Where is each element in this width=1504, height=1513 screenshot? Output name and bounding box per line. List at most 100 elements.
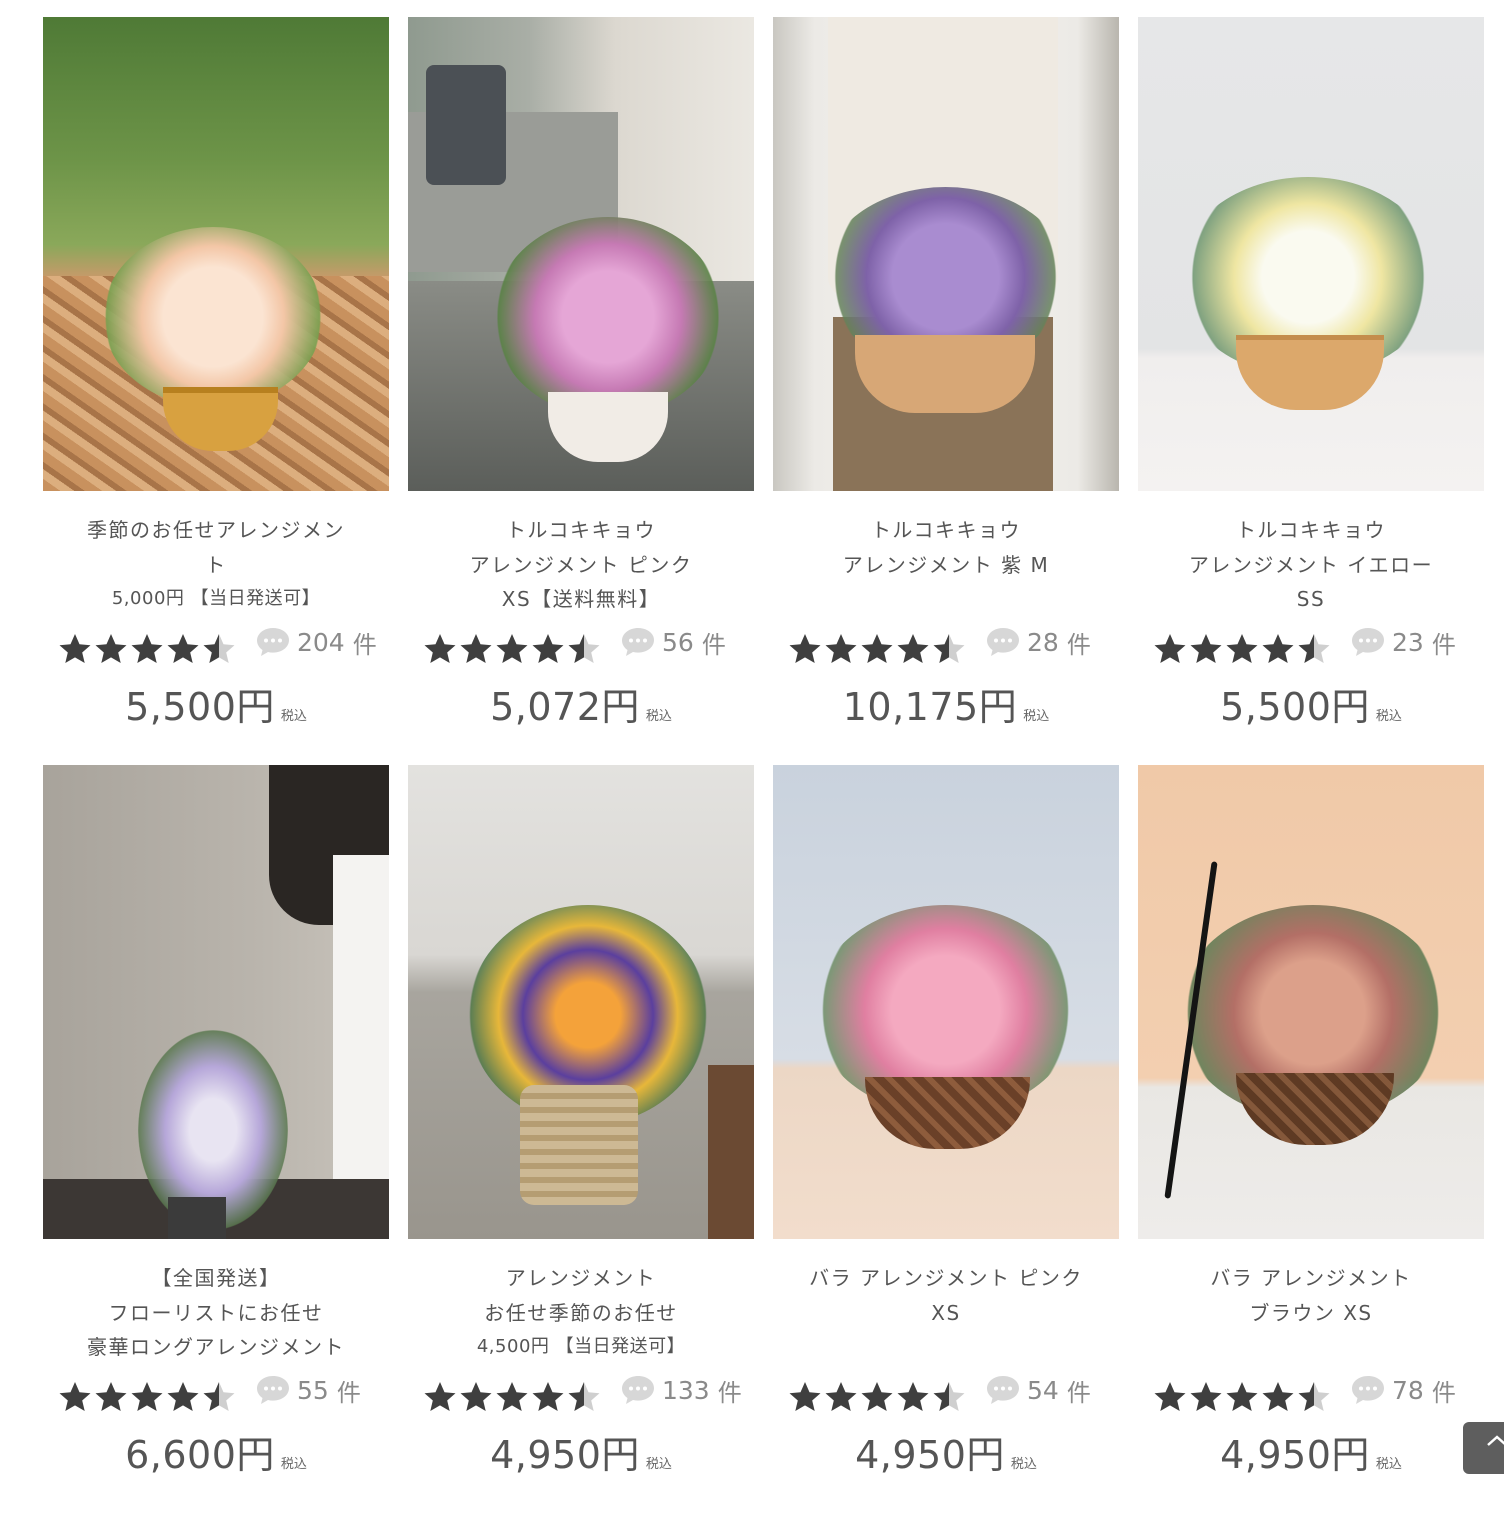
product-image[interactable] <box>43 17 389 491</box>
product-image[interactable] <box>408 17 754 491</box>
star-icon <box>59 1382 91 1411</box>
price: 4,950円 <box>855 1433 1005 1477</box>
title-line: 季節のお任せアレンジメン <box>87 518 345 542</box>
star-icon <box>568 634 600 663</box>
price-row: 5,500円 税込 <box>1138 676 1484 731</box>
review-unit: 件 <box>1431 630 1456 659</box>
star-icon <box>825 634 857 663</box>
star-icon <box>1298 634 1330 663</box>
title-line: アレンジメント ピンク <box>469 552 693 577</box>
review-unit: 件 <box>1066 1378 1091 1407</box>
product-card[interactable]: トルコキキョウ アレンジメント 紫 M 28 件 10,175円 税込 <box>773 17 1119 765</box>
star-rating <box>57 632 237 664</box>
star-icon <box>568 1382 600 1411</box>
product-card[interactable]: トルコキキョウ アレンジメント ピンク XS【送料無料】 56 件 5,072円… <box>408 17 754 765</box>
title-line: XS <box>931 1300 961 1325</box>
price-row: 5,500円 税込 <box>43 676 389 731</box>
product-card[interactable]: アレンジメント お任せ季節のお任せ 4,500円 【当日発送可】 133 件 4… <box>408 765 754 1513</box>
product-title[interactable]: 季節のお任せアレンジメン ト 5,000円 【当日発送可】 <box>43 513 389 621</box>
star-icon <box>532 1382 564 1411</box>
star-icon <box>1262 634 1294 663</box>
product-card[interactable]: 【全国発送】 フローリストにお任せ 豪華ロングアレンジメント 55 件 6,60… <box>43 765 389 1513</box>
rating: 23 件 <box>1138 624 1484 672</box>
star-rating <box>1152 632 1332 664</box>
star-icon <box>167 1382 199 1411</box>
product-image[interactable] <box>408 765 754 1239</box>
title-line: 豪華ロングアレンジメント <box>87 1335 345 1359</box>
product-image[interactable] <box>1138 17 1484 491</box>
star-icon <box>167 634 199 663</box>
product-title[interactable]: トルコキキョウ アレンジメント イエロー SS <box>1138 513 1484 621</box>
star-icon <box>424 1382 456 1411</box>
product-image[interactable] <box>773 765 1119 1239</box>
review-link[interactable]: 204 件 <box>255 624 377 660</box>
price: 10,175円 <box>842 685 1018 729</box>
product-title[interactable]: バラ アレンジメント ブラウン XS <box>1138 1261 1484 1369</box>
product-title[interactable]: バラ アレンジメント ピンク XS <box>773 1261 1119 1369</box>
product-grid: 季節のお任せアレンジメン ト 5,000円 【当日発送可】 204 件 5,50… <box>43 17 1484 1513</box>
star-icon <box>897 634 929 663</box>
review-link[interactable]: 133 件 <box>620 1372 742 1408</box>
star-rating <box>422 632 602 664</box>
star-icon <box>933 634 965 663</box>
review-link[interactable]: 56 件 <box>620 624 726 660</box>
speech-bubble-icon <box>1352 628 1384 656</box>
star-icon <box>95 1382 127 1411</box>
product-title[interactable]: トルコキキョウ アレンジメント ピンク XS【送料無料】 <box>408 513 754 621</box>
review-link[interactable]: 78 件 <box>1350 1372 1456 1408</box>
review-count: 133 <box>662 1375 710 1405</box>
rating: 56 件 <box>408 624 754 672</box>
product-image[interactable] <box>1138 765 1484 1239</box>
product-title[interactable]: アレンジメント お任せ季節のお任せ 4,500円 【当日発送可】 <box>408 1261 754 1369</box>
rating: 204 件 <box>43 624 389 672</box>
price-row: 4,950円 税込 <box>773 1424 1119 1479</box>
review-count: 23 <box>1392 627 1424 657</box>
title-line: トルコキキョウ <box>1235 518 1387 542</box>
title-line: お任せ季節のお任せ <box>484 1300 678 1325</box>
speech-bubble-icon <box>257 628 289 656</box>
price: 5,072円 <box>490 685 640 729</box>
title-line: ブラウン XS <box>1249 1300 1373 1325</box>
star-rating <box>1152 1380 1332 1412</box>
star-icon <box>496 634 528 663</box>
star-icon <box>825 1382 857 1411</box>
product-card[interactable]: バラ アレンジメント ブラウン XS 78 件 4,950円 税込 <box>1138 765 1484 1513</box>
product-card[interactable]: トルコキキョウ アレンジメント イエロー SS 23 件 5,500円 税込 <box>1138 17 1484 765</box>
price-row: 10,175円 税込 <box>773 676 1119 731</box>
review-count: 54 <box>1027 1375 1059 1405</box>
product-title[interactable]: トルコキキョウ アレンジメント 紫 M <box>773 513 1119 621</box>
title-line: フローリストにお任せ <box>108 1300 324 1325</box>
product-image[interactable] <box>773 17 1119 491</box>
tax-label: 税込 <box>280 709 307 724</box>
review-unit: 件 <box>717 1378 742 1407</box>
star-icon <box>460 1382 492 1411</box>
review-unit: 件 <box>1431 1378 1456 1407</box>
title-line: 5,000円 【当日発送可】 <box>111 588 321 609</box>
product-card[interactable]: 季節のお任せアレンジメン ト 5,000円 【当日発送可】 204 件 5,50… <box>43 17 389 765</box>
star-icon <box>59 634 91 663</box>
tax-label: 税込 <box>645 709 672 724</box>
star-icon <box>897 1382 929 1411</box>
back-to-top-button[interactable] <box>1463 1422 1504 1474</box>
review-unit: 件 <box>701 630 726 659</box>
rating: 78 件 <box>1138 1372 1484 1420</box>
star-rating <box>57 1380 237 1412</box>
review-count: 28 <box>1027 627 1059 657</box>
price: 5,500円 <box>125 685 275 729</box>
star-icon <box>789 1382 821 1411</box>
star-icon <box>933 1382 965 1411</box>
review-link[interactable]: 28 件 <box>985 624 1091 660</box>
title-line: SS <box>1296 587 1326 611</box>
product-card[interactable]: バラ アレンジメント ピンク XS 54 件 4,950円 税込 <box>773 765 1119 1513</box>
product-title[interactable]: 【全国発送】 フローリストにお任せ 豪華ロングアレンジメント <box>43 1261 389 1369</box>
star-icon <box>1190 1382 1222 1411</box>
review-link[interactable]: 54 件 <box>985 1372 1091 1408</box>
star-icon <box>789 634 821 663</box>
tax-label: 税込 <box>1375 709 1402 724</box>
product-image[interactable] <box>43 765 389 1239</box>
star-icon <box>496 1382 528 1411</box>
review-link[interactable]: 23 件 <box>1350 624 1456 660</box>
review-link[interactable]: 55 件 <box>255 1372 361 1408</box>
star-icon <box>131 1382 163 1411</box>
title-line: トルコキキョウ <box>505 518 657 542</box>
